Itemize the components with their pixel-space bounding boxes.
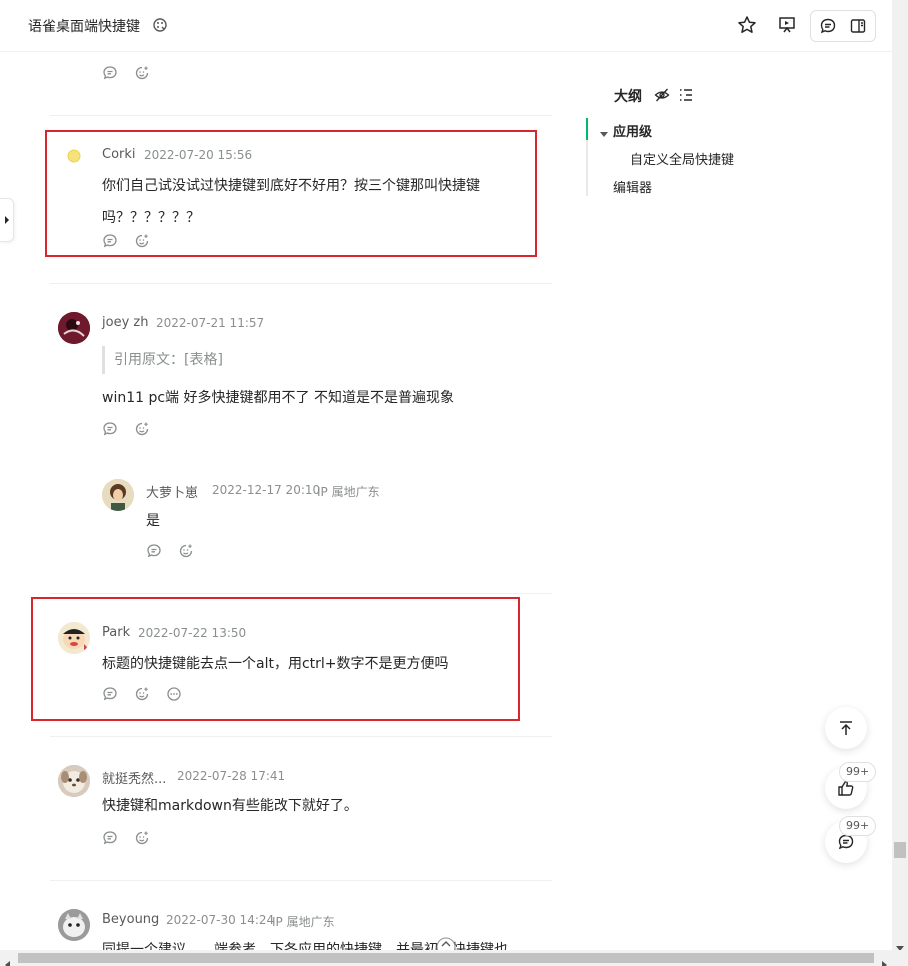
comment-divider [50, 283, 552, 284]
star-icon[interactable] [735, 13, 759, 37]
comment-content: 是 [146, 513, 160, 529]
ip-location: IP 属地广东 [272, 915, 335, 929]
reply-icon[interactable] [102, 65, 120, 83]
avatar[interactable] [58, 622, 90, 654]
scroll-right-arrow-icon[interactable] [880, 954, 888, 966]
comment-content: 快捷键和markdown有些能改下就好了。 [102, 798, 358, 814]
caret-down-icon[interactable] [599, 124, 609, 143]
panel-icon[interactable] [846, 14, 870, 38]
comment-author[interactable]: Park [102, 625, 130, 640]
ip-location: IP 属地广东 [317, 485, 380, 499]
doc-title: 语雀桌面端快捷键 [28, 19, 140, 35]
caret-right-icon [4, 216, 9, 224]
emoji-reaction-icon[interactable] [134, 233, 152, 251]
vertical-scrollbar[interactable] [892, 0, 908, 950]
avatar[interactable] [58, 312, 90, 344]
comment-date: 2022-07-21 11:57 [156, 316, 265, 330]
comment-content: 同提一个建议……端参考，下各应用的快捷键，并最初的快捷键也 [102, 942, 508, 950]
scroll-left-arrow-icon[interactable] [4, 954, 12, 966]
horizontal-scrollbar-thumb[interactable] [18, 953, 874, 963]
emoji-reaction-icon[interactable] [178, 543, 196, 561]
outline-active-marker [586, 118, 588, 140]
reply-icon[interactable] [102, 686, 120, 704]
outline-title: 大纲 [614, 89, 642, 105]
more-icon[interactable] [166, 686, 184, 704]
palette-icon[interactable] [152, 17, 168, 33]
outline-item[interactable]: 应用级 [613, 121, 652, 140]
comment-author[interactable]: Corki [102, 147, 136, 162]
comment-content: win11 pc端 好多快捷键都用不了 不知道是不是普遍现象 [102, 390, 454, 406]
comment-divider [50, 593, 552, 594]
present-icon[interactable] [775, 13, 799, 37]
like-count-badge: 99+ [839, 762, 877, 782]
comment-icon[interactable] [816, 14, 840, 38]
reply-icon[interactable] [102, 421, 120, 439]
comment-content: 标题的快捷键能去点一个alt，用ctrl+数字不是更方便吗 [102, 656, 449, 672]
comment-author[interactable]: 大萝卜崽 [146, 482, 198, 501]
outline-item[interactable]: 自定义全局快捷键 [630, 149, 734, 168]
comment-divider [50, 880, 552, 881]
scroll-indicator-icon[interactable] [436, 937, 456, 950]
comment-date: 2022-07-20 15:56 [144, 148, 253, 162]
comment-divider [50, 115, 552, 116]
reply-icon[interactable] [102, 830, 120, 848]
quoted-text[interactable]: 引用原文：[表格] [102, 346, 223, 374]
emoji-reaction-icon[interactable] [134, 686, 152, 704]
outline-item[interactable]: 编辑器 [613, 177, 652, 196]
back-to-top-button[interactable] [825, 707, 867, 749]
sidebar-expand-button[interactable] [0, 198, 14, 242]
avatar[interactable] [102, 479, 134, 511]
comment-content: 你们自己试没试过快捷键到底好不好用？按三个键那叫快捷键吗？？？？？？ [102, 178, 480, 226]
emoji-reaction-icon[interactable] [134, 421, 152, 439]
avatar[interactable] [58, 765, 90, 797]
comment-author[interactable]: Beyoung [102, 912, 159, 927]
reply-icon[interactable] [146, 543, 164, 561]
comment-date: 2022-07-28 17:41 [177, 769, 286, 783]
comment-author[interactable]: joey zh [102, 315, 148, 330]
avatar[interactable] [58, 909, 90, 941]
view-toggle-group [810, 10, 876, 42]
top-header: 语雀桌面端快捷键 [0, 0, 892, 52]
outline-list-icon[interactable] [678, 87, 694, 107]
back-to-top-icon [840, 721, 852, 735]
vertical-scrollbar-thumb[interactable] [894, 842, 906, 858]
emoji-reaction-icon[interactable] [134, 65, 152, 83]
comment-date: 2022-12-17 20:10 [212, 483, 321, 497]
hide-outline-icon[interactable] [654, 87, 670, 107]
comment-count-badge: 99+ [839, 816, 877, 836]
emoji-reaction-icon[interactable] [134, 830, 152, 848]
avatar[interactable] [58, 140, 90, 172]
reply-icon[interactable] [102, 233, 120, 251]
comment-date: 2022-07-22 13:50 [138, 626, 247, 640]
comment-divider [50, 736, 552, 737]
comment-date: 2022-07-30 14:24 [166, 913, 275, 927]
comment-author[interactable]: 就挺秃然... [102, 768, 166, 787]
